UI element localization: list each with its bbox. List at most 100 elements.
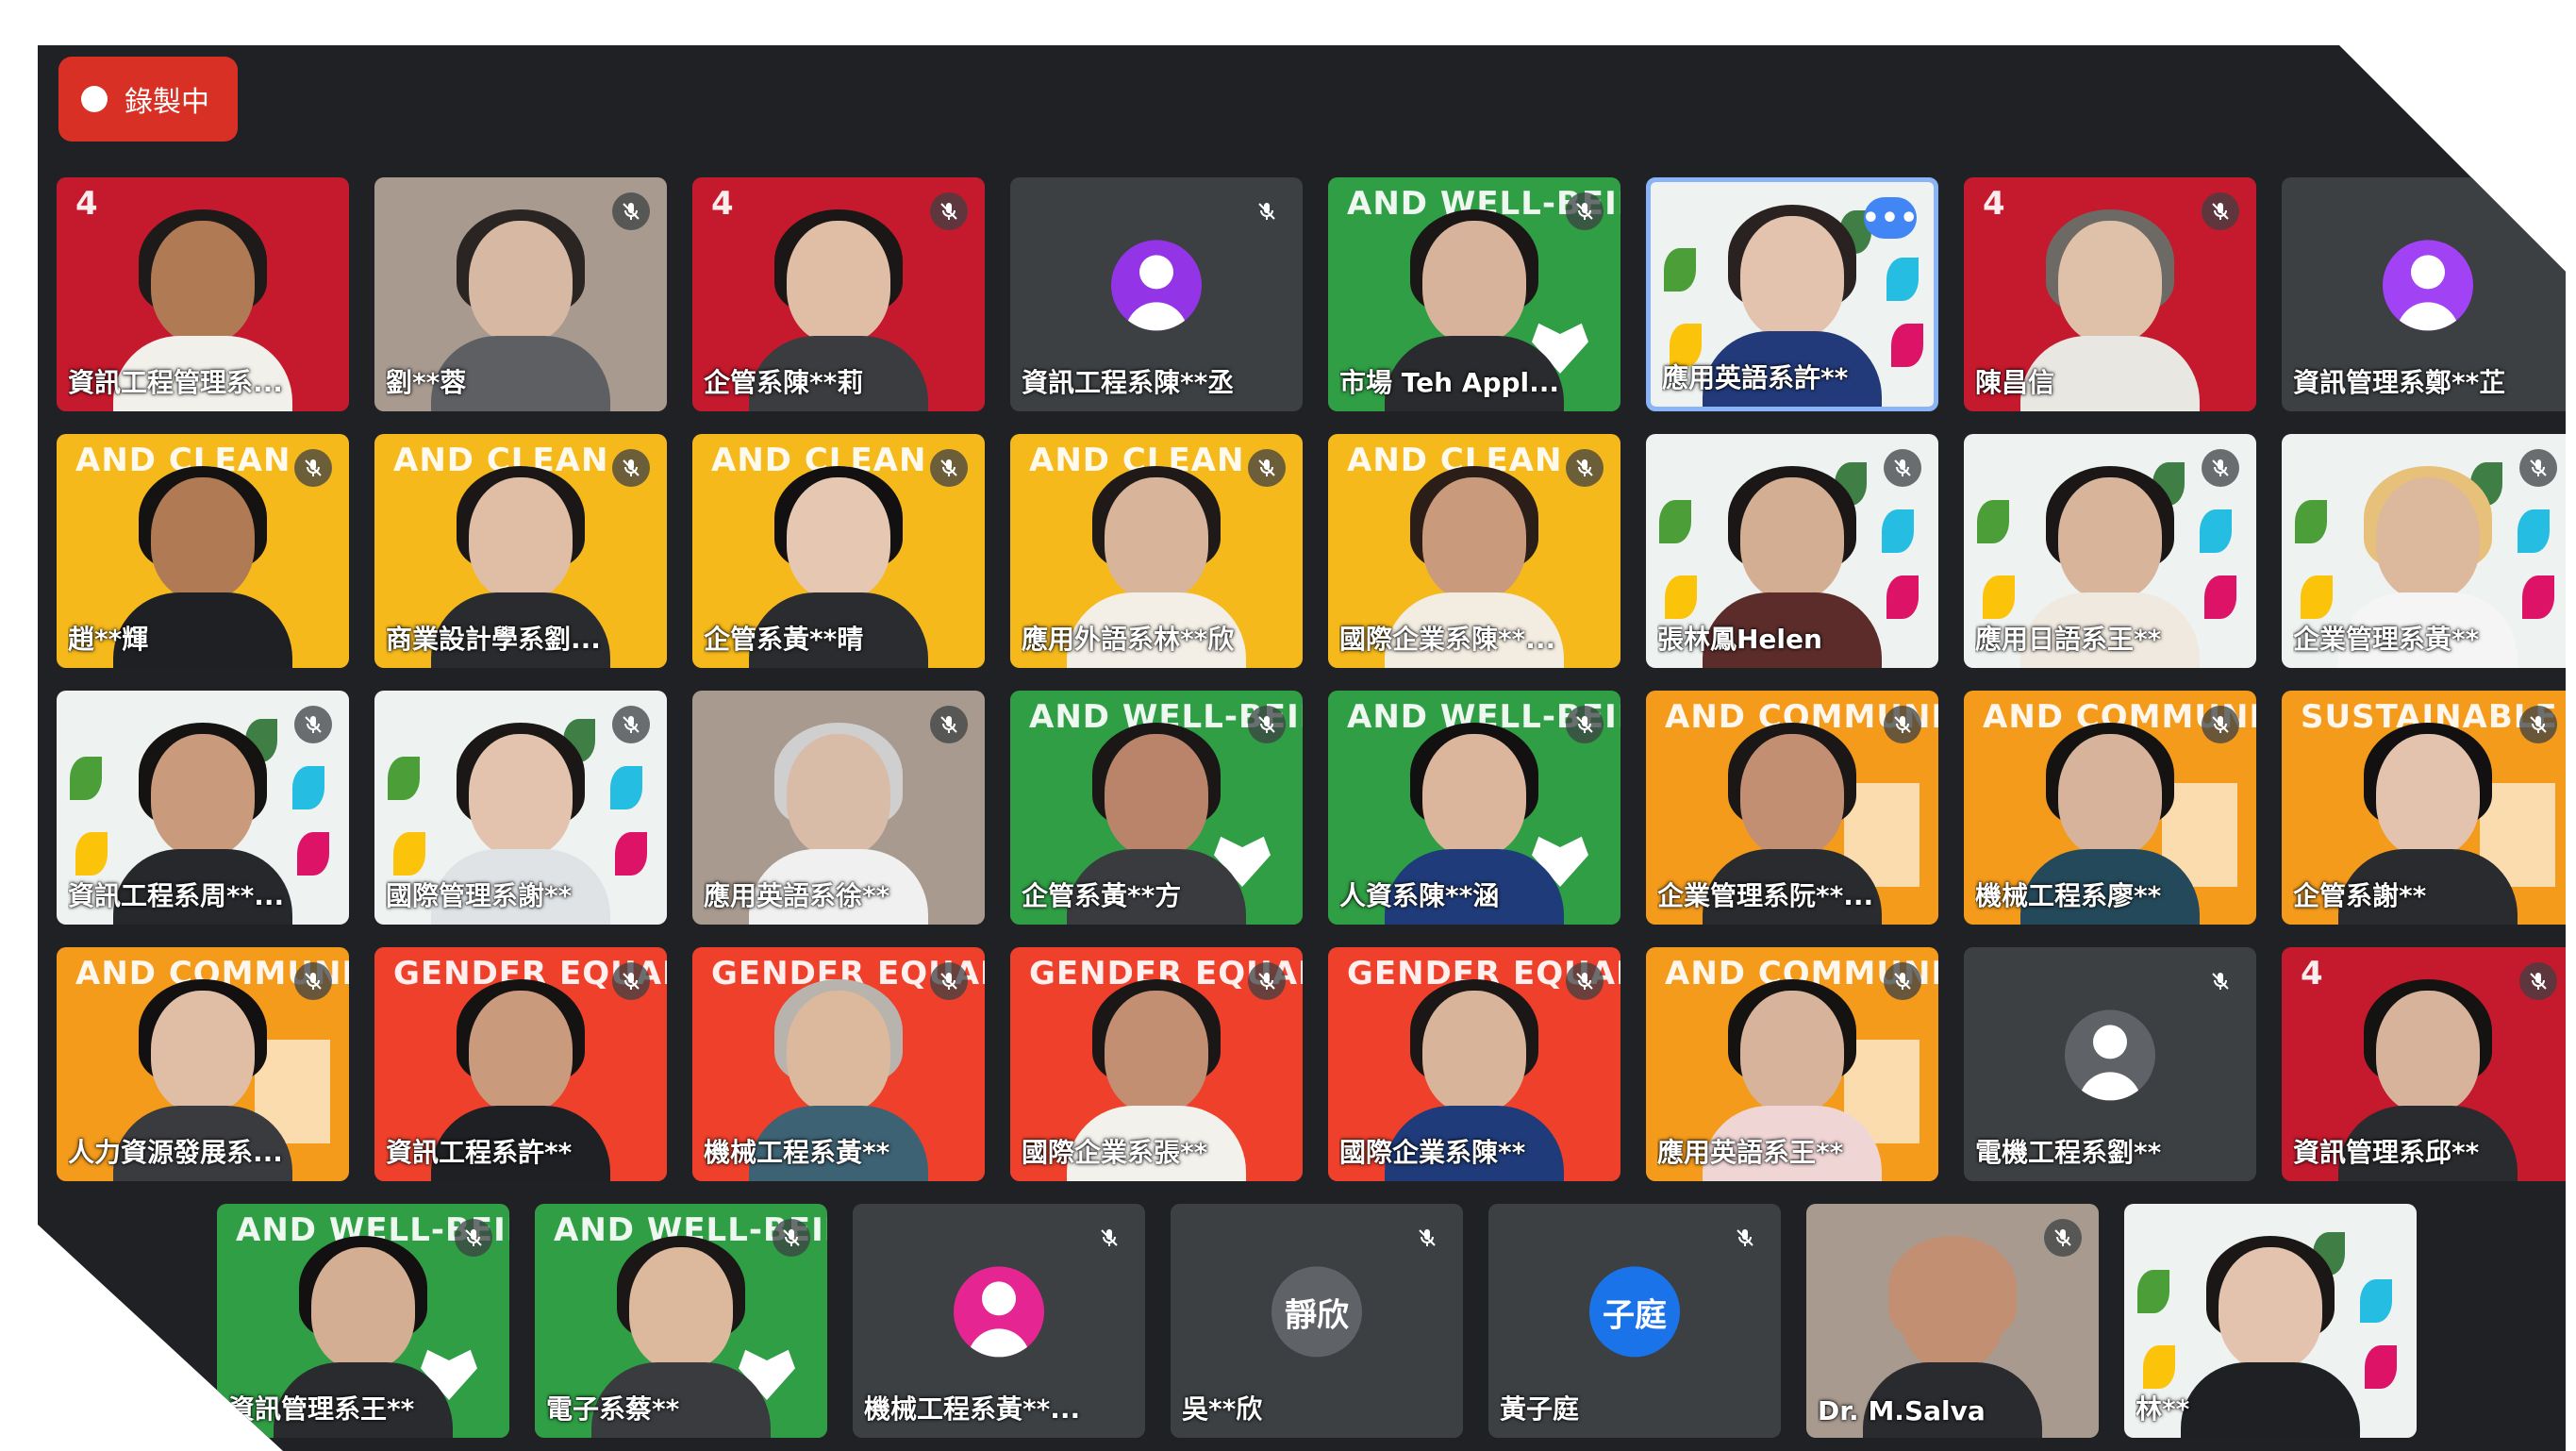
mic-off-icon	[930, 449, 968, 487]
participant-tile[interactable]: 4 資訊管理系邱**	[2282, 947, 2566, 1181]
recording-label: 錄製中	[125, 86, 209, 119]
person-face	[469, 477, 573, 600]
person-face	[1740, 991, 1844, 1113]
person-face	[1740, 477, 1844, 600]
participant-tile[interactable]: AND COMMUNITIES人力資源發展系...	[57, 947, 349, 1181]
participant-tile[interactable]: AND CLEAN 企管系黃**晴	[692, 434, 985, 668]
participant-name: Dr. M.Salva	[1818, 1395, 1986, 1426]
person-face	[1422, 477, 1526, 600]
participant-name: 市場 Teh Appl...	[1339, 367, 1560, 398]
mic-off-icon	[930, 192, 968, 230]
more-options-icon[interactable]: •••	[1862, 197, 1918, 239]
person-face	[2058, 734, 2162, 857]
participant-tile[interactable]: Dr. M.Salva	[1806, 1204, 2099, 1438]
participant-name: 商業設計學系劉...	[386, 624, 601, 655]
participant-avatar	[2065, 1009, 2155, 1101]
mic-off-icon	[1090, 1219, 1128, 1257]
participant-tile[interactable]: 資訊工程系周**...	[57, 691, 349, 925]
mic-off-icon	[1884, 449, 1921, 487]
person-face	[787, 991, 890, 1113]
participant-tile[interactable]: AND CLEAN 國際企業系陳**...	[1328, 434, 1620, 668]
participant-name: 機械工程系黃**...	[864, 1393, 1081, 1425]
participant-tile[interactable]: AND CLEAN 趙**輝	[57, 434, 349, 668]
participant-name: 應用外語系林**欣	[1022, 624, 1235, 655]
person-face	[469, 991, 573, 1113]
person-face	[1422, 734, 1526, 857]
mic-off-icon	[1566, 962, 1604, 1000]
sdg-leaf-icon	[393, 832, 425, 876]
participant-tile[interactable]: 4 企管系陳**莉	[692, 177, 985, 411]
participant-tile[interactable]: 應用日語系王**	[1964, 434, 2256, 668]
participant-tile[interactable]: AND WELL-BEING企管系黃**方	[1010, 691, 1303, 925]
participant-tile[interactable]: AND WELL-BEING資訊管理系王**	[217, 1204, 509, 1438]
mic-off-icon	[1566, 192, 1604, 230]
participant-tile[interactable]: 4 陳昌信	[1964, 177, 2256, 411]
mic-off-icon	[1884, 962, 1921, 1000]
sdg-leaf-icon	[1882, 509, 1914, 553]
mic-off-icon	[1726, 1219, 1764, 1257]
participant-tile[interactable]: 電機工程系劉**	[1964, 947, 2256, 1181]
participant-name: 吳**欣	[1182, 1393, 1263, 1425]
person-face	[151, 221, 255, 343]
mic-off-icon	[2202, 962, 2239, 1000]
participant-tile[interactable]: GENDER EQUALITY國際企業系陳**	[1328, 947, 1620, 1181]
participant-tile[interactable]: AND COMMUNITIES應用英語系王**	[1646, 947, 1938, 1181]
sdg-banner-text: 4	[711, 185, 735, 223]
participant-tile[interactable]: AND WELL-BEING人資系陳**涵	[1328, 691, 1620, 925]
participant-tile[interactable]: 靜欣吳**欣	[1171, 1204, 1463, 1438]
mic-off-icon	[2519, 962, 2557, 1000]
participant-name: 資訊工程系陳**丞	[1022, 367, 1235, 398]
participant-tile[interactable]: AND COMMUNITIES機械工程系廖**	[1964, 691, 2256, 925]
participant-name: 企管系黃**晴	[704, 624, 864, 655]
mic-off-icon	[1248, 962, 1286, 1000]
participant-name: 人力資源發展系...	[68, 1137, 283, 1168]
participant-tile[interactable]: AND CLEAN 商業設計學系劉...	[374, 434, 667, 668]
participant-tile[interactable]: 劉**蓉	[374, 177, 667, 411]
person-face	[2376, 477, 2480, 600]
participant-tile[interactable]: 4 資訊工程管理系...	[57, 177, 349, 411]
participant-tile[interactable]: ••• 應用英語系許**	[1646, 177, 1938, 411]
participant-tile[interactable]: GENDER EQUALITY機械工程系黃**	[692, 947, 985, 1181]
participant-tile[interactable]: 張林鳳Helen	[1646, 434, 1938, 668]
participant-name: 張林鳳Helen	[1657, 624, 1822, 655]
mic-off-icon	[930, 962, 968, 1000]
participant-tile[interactable]: AND WELL-BEING市場 Teh Appl...	[1328, 177, 1620, 411]
person-face	[1740, 216, 1844, 339]
participant-tile[interactable]: 林**	[2124, 1204, 2417, 1438]
person-icon	[982, 1281, 1016, 1316]
mic-off-icon	[2202, 449, 2239, 487]
mic-off-icon	[612, 192, 650, 230]
record-dot-icon	[81, 86, 108, 112]
person-face	[2058, 221, 2162, 343]
mic-off-icon	[2519, 449, 2557, 487]
participant-tile[interactable]: AND CLEAN 應用外語系林**欣	[1010, 434, 1303, 668]
participant-name: 國際企業系陳**...	[1339, 624, 1556, 655]
participant-tile[interactable]: GENDER EQUALITY資訊工程系許**	[374, 947, 667, 1181]
person-icon-body	[2079, 1072, 2141, 1101]
participant-tile[interactable]: 機械工程系黃**...	[853, 1204, 1145, 1438]
participant-avatar: 靜欣	[1271, 1266, 1362, 1358]
participant-tile[interactable]: AND COMMUNITIES企業管理系阮**...	[1646, 691, 1938, 925]
participant-tile[interactable]: 國際管理系謝**	[374, 691, 667, 925]
participant-name: 應用英語系許**	[1662, 362, 1849, 393]
participant-tile[interactable]: AND WELL-BEING電子系蔡**	[535, 1204, 827, 1438]
sdg-leaf-icon	[388, 757, 420, 800]
participant-tile[interactable]: 企業管理系黃**	[2282, 434, 2566, 668]
participant-tile[interactable]: 應用英語系徐**	[692, 691, 985, 925]
sdg-leaf-icon	[1977, 500, 2009, 543]
participant-name: 資訊管理系王**	[228, 1393, 415, 1425]
participant-tile[interactable]: 資訊工程系陳**丞	[1010, 177, 1303, 411]
participant-name: 應用英語系徐**	[704, 880, 890, 911]
person-face	[2376, 991, 2480, 1113]
participant-tile[interactable]: SUSTAINABLE 企管系謝**	[2282, 691, 2566, 925]
person-face	[1105, 734, 1208, 857]
participant-tile[interactable]: 子庭 黃子庭	[1488, 1204, 1781, 1438]
sdg-banner-text: 4	[2301, 955, 2324, 992]
participant-name: 應用日語系王**	[1975, 624, 2162, 655]
person-icon	[2411, 255, 2445, 290]
participant-tile[interactable]: GENDER EQUALITY國際企業系張**	[1010, 947, 1303, 1181]
participant-tile[interactable]: 資訊管理系鄭**芷	[2282, 177, 2566, 411]
participant-name: 企管系陳**莉	[704, 367, 864, 398]
sdg-leaf-icon	[1886, 258, 1919, 301]
mic-off-icon	[1884, 706, 1921, 743]
